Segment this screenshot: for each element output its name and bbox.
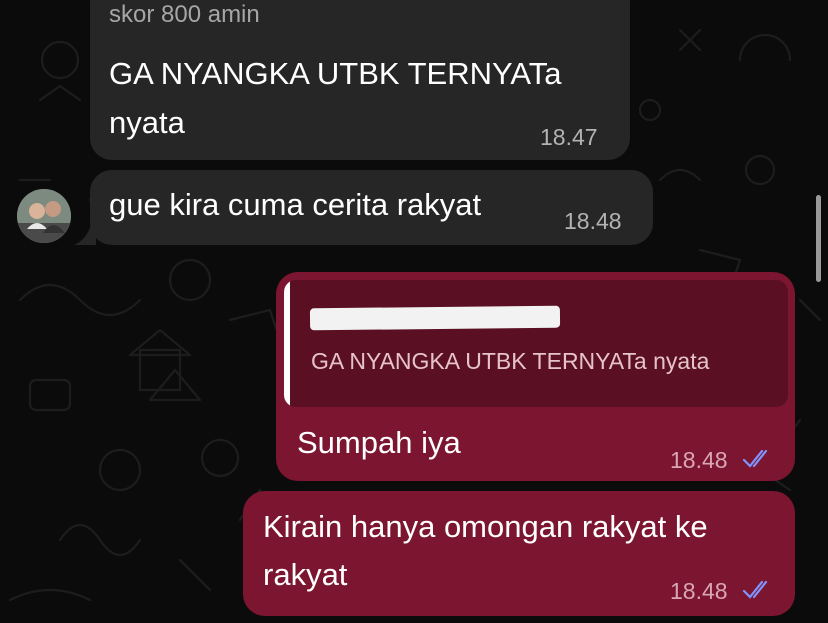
quote-author-redacted — [309, 305, 561, 331]
sender-name: skor 800 amin — [109, 1, 260, 28]
message-text: rakyat — [263, 557, 348, 592]
contact-avatar[interactable] — [17, 189, 71, 243]
message-text: nyata — [109, 105, 185, 140]
double-check-read-icon — [742, 449, 768, 468]
message-text: Kirain hanya omongan rakyat ke — [263, 509, 708, 544]
message-timestamp: 18.48 — [564, 208, 622, 234]
message-text: gue kira cuma cerita rakyat — [109, 187, 482, 222]
message-timestamp: 18.47 — [540, 124, 598, 150]
avatar-photo-icon — [17, 189, 71, 243]
quote-text: GA NYANGKA UTBK TERNYATa nyata — [311, 348, 710, 374]
reply-quote[interactable]: GA NYANGKA UTBK TERNYATa nyata — [284, 280, 788, 407]
quote-accent-bar — [284, 280, 290, 407]
scrollbar-thumb[interactable] — [816, 195, 821, 282]
incoming-message-bubble[interactable]: gue kira cuma cerita rakyat 18.48 — [90, 170, 653, 245]
double-check-read-icon — [742, 580, 768, 599]
bubble-tail — [74, 221, 96, 245]
message-timestamp: 18.48 — [670, 447, 728, 473]
message-text: Sumpah iya — [297, 425, 461, 460]
outgoing-message-bubble[interactable]: Kirain hanya omongan rakyat ke rakyat 18… — [243, 491, 795, 616]
incoming-message-bubble[interactable]: skor 800 amin GA NYANGKA UTBK TERNYATa n… — [90, 0, 630, 160]
message-timestamp: 18.48 — [670, 578, 728, 604]
message-text: GA NYANGKA UTBK TERNYATa — [109, 56, 562, 91]
